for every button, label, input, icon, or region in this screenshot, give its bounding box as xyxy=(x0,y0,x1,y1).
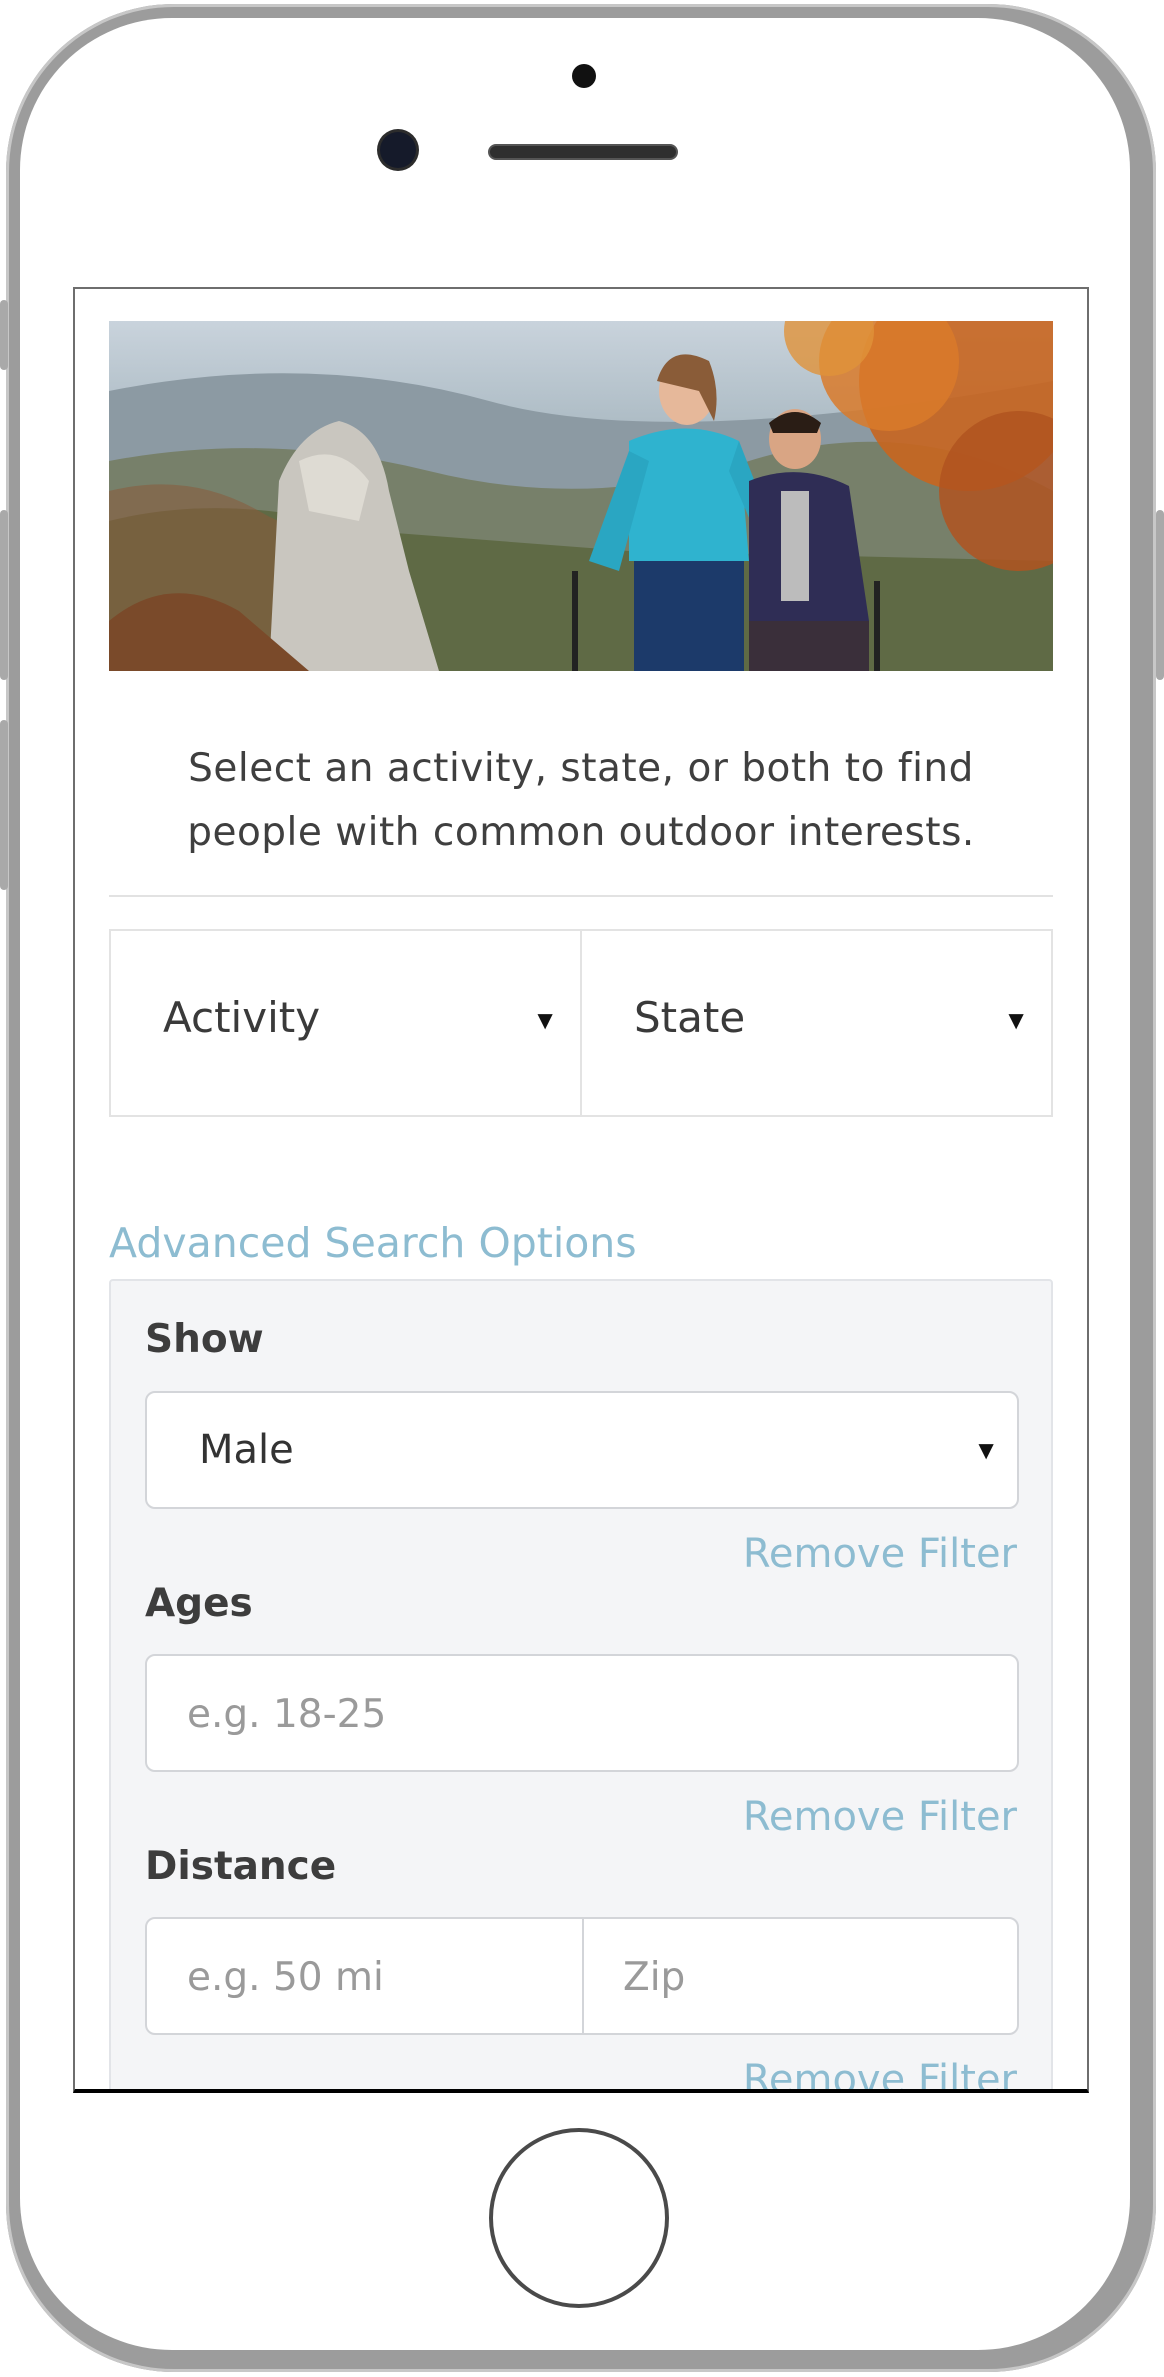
caret-down-icon: ▼ xyxy=(973,1435,999,1465)
show-label: Show xyxy=(145,1317,264,1362)
caret-down-icon: ▼ xyxy=(1003,1005,1029,1035)
phone-screen: Select an activity, state, or both to fi… xyxy=(73,287,1089,2093)
distance-label: Distance xyxy=(145,1844,337,1889)
intro-text: Select an activity, state, or both to fi… xyxy=(109,737,1053,865)
remove-filter-distance[interactable]: Remove Filter xyxy=(743,2057,1017,2089)
ages-label: Ages xyxy=(145,1581,253,1626)
distance-input[interactable]: e.g. 50 mi xyxy=(187,1955,384,2000)
remove-filter-show[interactable]: Remove Filter xyxy=(743,1531,1017,1577)
divider xyxy=(109,895,1053,897)
intro-line-1: Select an activity, state, or both to fi… xyxy=(188,746,974,791)
volume-up-button xyxy=(0,510,8,680)
speaker-grille xyxy=(488,144,678,160)
ages-input[interactable]: e.g. 18-25 xyxy=(145,1654,1019,1772)
mute-switch xyxy=(0,300,8,370)
advanced-search-link[interactable]: Advanced Search Options xyxy=(109,1219,637,1267)
state-select-label: State xyxy=(634,993,746,1042)
show-select[interactable]: Male ▼ xyxy=(145,1391,1019,1509)
activity-select-label: Activity xyxy=(163,993,321,1042)
activity-select[interactable]: Activity ▼ xyxy=(109,929,582,1117)
show-select-value: Male xyxy=(199,1427,294,1473)
front-camera-icon xyxy=(380,132,416,168)
caret-down-icon: ▼ xyxy=(532,1005,558,1035)
distance-input-group: e.g. 50 mi Zip xyxy=(145,1917,1019,2035)
intro-line-2: people with common outdoor interests. xyxy=(187,810,975,855)
volume-down-button xyxy=(0,720,8,890)
filter-selects: Activity ▼ State ▼ xyxy=(109,929,1053,1117)
remove-filter-ages[interactable]: Remove Filter xyxy=(743,1794,1017,1840)
ages-placeholder: e.g. 18-25 xyxy=(187,1692,387,1737)
input-divider xyxy=(582,1919,584,2033)
proximity-sensor xyxy=(572,64,596,88)
advanced-search-panel: Show Male ▼ Remove Filter Ages e.g. 18-2… xyxy=(109,1279,1053,2089)
hero-image-hikers xyxy=(109,321,1053,671)
home-button[interactable] xyxy=(489,2128,669,2308)
state-select[interactable]: State ▼ xyxy=(580,929,1053,1117)
zip-input[interactable]: Zip xyxy=(623,1955,685,2000)
power-button xyxy=(1156,510,1164,680)
